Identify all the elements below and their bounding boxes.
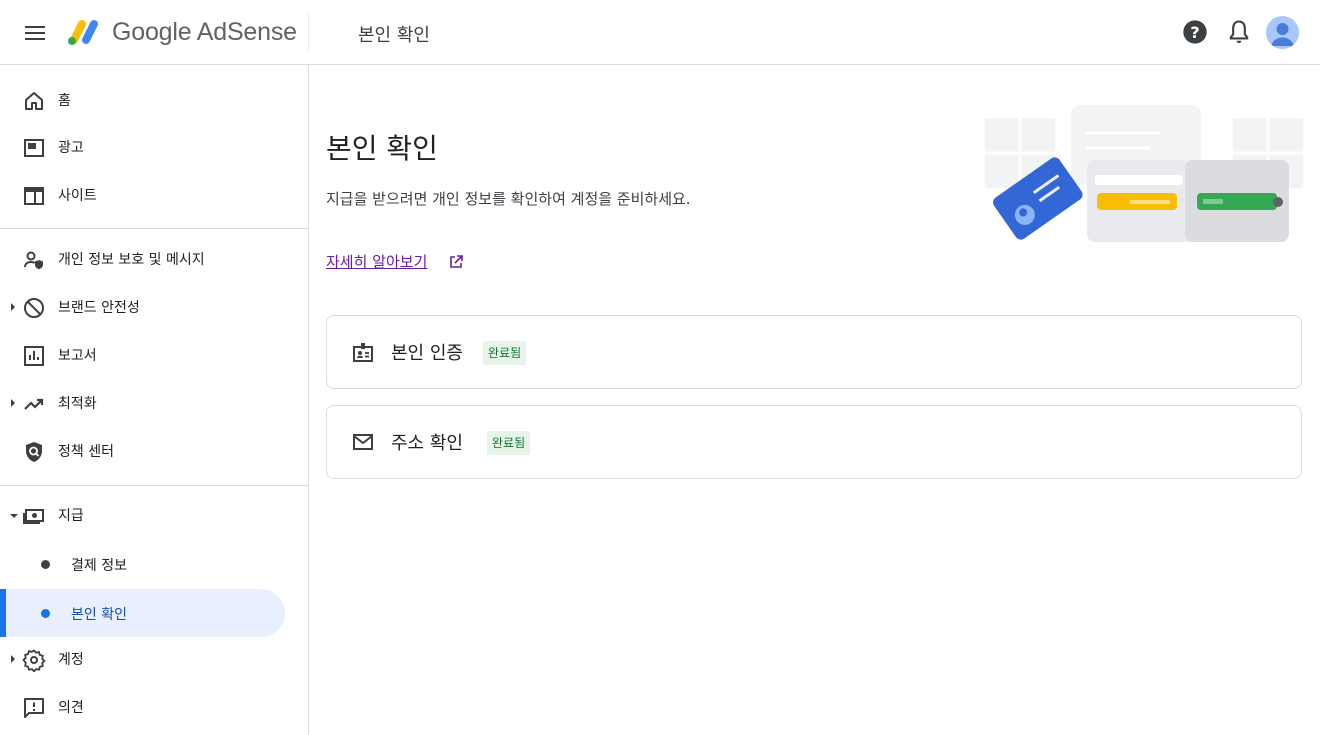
wallet-id-card-illustration	[985, 105, 1303, 242]
nav-subitem-label: 결제 정보	[71, 558, 127, 574]
trending-icon	[24, 398, 44, 410]
payments-icon	[23, 509, 44, 524]
brand-name: Google AdSense	[112, 18, 297, 46]
side-navigation: 홈 광고 사이트 개인 정보 보호 및 메시지 브랜드 안전성 보고서 최적화 …	[0, 65, 309, 735]
user-avatar-icon	[1271, 23, 1294, 46]
nav-item-payments[interactable]: 지급	[0, 493, 300, 537]
nav-item-label: 지급	[58, 508, 84, 524]
nav-item-label: 개인 정보 보호 및 메시지	[58, 252, 205, 268]
nav-item-optimization[interactable]: 최적화	[0, 381, 300, 425]
nav-item-label: 계정	[58, 652, 84, 668]
bullet-dot-icon	[41, 560, 50, 569]
help-icon[interactable]: ?	[1181, 18, 1209, 46]
policy-shield-icon	[26, 442, 42, 462]
top-app-bar: Google AdSense 본인 확인 ?	[0, 0, 1320, 65]
mail-icon	[353, 434, 373, 450]
adsense-logo-icon	[68, 20, 98, 45]
address-verification-card[interactable]: 주소 확인 완료됨	[326, 405, 1302, 479]
nav-item-label: 홈	[58, 93, 71, 109]
nav-subitem-payment-info[interactable]: 결제 정보	[0, 540, 285, 588]
nav-item-privacy-messaging[interactable]: 개인 정보 보호 및 메시지	[0, 237, 300, 281]
nav-item-label: 브랜드 안전성	[58, 300, 140, 316]
expand-caret-icon[interactable]	[11, 655, 15, 663]
nav-subitem-identity-verification[interactable]: 본인 확인	[0, 589, 285, 637]
nav-divider	[0, 485, 308, 486]
page-title: 본인 확인	[326, 132, 438, 165]
nav-item-feedback[interactable]: 의견	[0, 685, 300, 729]
feedback-icon	[24, 698, 44, 718]
nav-item-policy-center[interactable]: 정책 센터	[0, 429, 300, 473]
header-divider	[308, 12, 309, 52]
status-badge: 완료됨	[487, 431, 531, 455]
nav-item-label: 최적화	[58, 396, 97, 412]
nav-item-account[interactable]: 계정	[0, 637, 300, 681]
expand-caret-icon[interactable]	[11, 399, 15, 407]
nav-subitem-label: 본인 확인	[71, 607, 127, 623]
learn-more-link[interactable]: 자세히 알아보기	[326, 251, 427, 272]
ads-icon	[24, 139, 44, 157]
nav-divider	[0, 228, 308, 229]
card-title: 주소 확인	[391, 433, 463, 454]
external-link-icon[interactable]	[448, 254, 464, 270]
sites-icon	[24, 187, 44, 205]
svg-text:?: ?	[1190, 23, 1199, 42]
identity-verification-card[interactable]: 본인 인증 완료됨	[326, 315, 1302, 389]
nav-item-sites[interactable]: 사이트	[0, 173, 300, 217]
bullet-dot-icon	[41, 609, 50, 618]
collapse-caret-icon[interactable]	[10, 514, 18, 518]
card-title: 본인 인증	[391, 343, 463, 364]
notifications-bell-icon[interactable]	[1225, 18, 1253, 46]
nav-item-label: 보고서	[58, 348, 97, 364]
nav-item-reports[interactable]: 보고서	[0, 333, 300, 377]
nav-item-label: 정책 센터	[58, 444, 114, 460]
main-menu-button[interactable]	[20, 20, 50, 46]
nav-item-label: 광고	[58, 140, 84, 156]
gear-icon	[22, 649, 46, 672]
privacy-icon	[24, 251, 43, 270]
page-description: 지급을 받으려면 개인 정보를 확인하여 계정을 준비하세요.	[326, 190, 691, 208]
active-indicator	[0, 589, 6, 637]
account-avatar[interactable]	[1266, 16, 1299, 49]
expand-caret-icon[interactable]	[11, 303, 15, 311]
nav-item-ads[interactable]: 광고	[0, 125, 300, 169]
status-badge: 완료됨	[483, 341, 527, 365]
nav-item-home[interactable]: 홈	[0, 78, 300, 122]
nav-item-brand-safety[interactable]: 브랜드 안전성	[0, 285, 300, 329]
home-icon	[25, 92, 43, 110]
id-badge-icon	[353, 343, 373, 362]
nav-item-label: 사이트	[58, 188, 97, 204]
header-page-title: 본인 확인	[358, 25, 430, 46]
main-content: 본인 확인 지급을 받으려면 개인 정보를 확인하여 계정을 준비하세요. 자세…	[309, 65, 1320, 735]
nav-item-label: 의견	[58, 700, 84, 716]
reports-icon	[24, 346, 44, 366]
block-icon	[24, 298, 44, 318]
